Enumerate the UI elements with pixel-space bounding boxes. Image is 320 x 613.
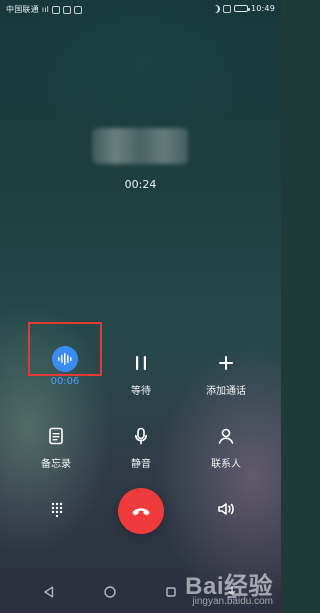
mute-button[interactable]: 静音: [99, 423, 183, 470]
watermark-domain: jingyan.baidu.com: [192, 596, 273, 607]
record-button[interactable]: 00:06: [23, 346, 107, 387]
caller-name-blurred: [92, 128, 188, 164]
hold-button[interactable]: 等待: [99, 350, 183, 397]
carrier-label: 中国联通: [6, 5, 39, 14]
notes-label: 备忘录: [41, 459, 71, 470]
microphone-icon: [128, 423, 154, 449]
status-left: 中国联通 ııl: [6, 4, 83, 15]
phone-hangup-icon: [129, 497, 153, 525]
nav-home-button[interactable]: [98, 581, 122, 605]
hold-label: 等待: [131, 386, 151, 397]
status-bar: 中国联通 ııl 10:49: [0, 0, 281, 20]
baidu-jingyan-watermark: Bai经验 jingyan.baidu.com: [185, 575, 273, 607]
status-time: 10:49: [250, 4, 275, 13]
plus-icon: [213, 350, 239, 376]
signal-bars-icon: [52, 5, 61, 14]
wifi-icon: [63, 5, 72, 14]
record-duration: 00:06: [50, 376, 80, 387]
nav-recents-button[interactable]: [159, 581, 183, 605]
add-call-label: 添加通话: [206, 386, 246, 397]
dialpad-icon: [47, 499, 67, 523]
signal-strength-text: ııl: [41, 5, 50, 14]
network-icon: [222, 4, 231, 13]
square-recents-icon: [164, 584, 178, 603]
dialpad-button[interactable]: [40, 494, 74, 528]
notes-button[interactable]: 备忘录: [14, 423, 98, 470]
notification-icon: [74, 5, 83, 14]
nav-back-button[interactable]: [37, 581, 61, 605]
in-call-screen: 中国联通 ııl 10:49 00:24 00:06 等待 添加通话 备忘录 静…: [0, 0, 281, 613]
pause-icon: [128, 350, 154, 376]
record-waveform-icon: [52, 346, 78, 372]
notes-icon: [43, 423, 69, 449]
speaker-icon: [215, 498, 237, 524]
triangle-back-icon: [42, 584, 56, 603]
mute-label: 静音: [131, 459, 151, 470]
person-icon: [213, 423, 239, 449]
add-call-button[interactable]: 添加通话: [184, 350, 268, 397]
speaker-button[interactable]: [209, 494, 243, 528]
battery-icon: [233, 5, 250, 12]
circle-home-icon: [103, 584, 117, 603]
call-duration: 00:24: [124, 178, 157, 191]
contacts-button[interactable]: 联系人: [184, 423, 268, 470]
end-call-button[interactable]: [118, 488, 164, 534]
do-not-disturb-moon-icon: [210, 5, 218, 13]
status-right: 10:49: [212, 4, 275, 13]
contacts-label: 联系人: [211, 459, 241, 470]
